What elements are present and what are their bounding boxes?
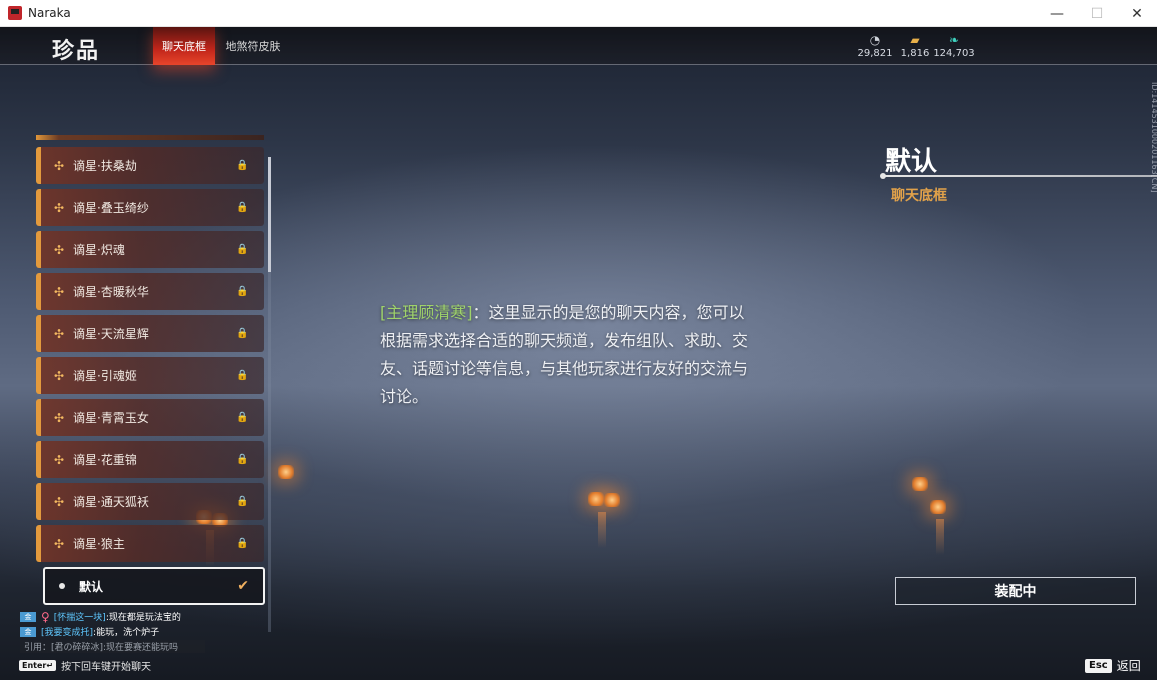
lantern-decoration [930, 500, 946, 514]
star-icon: ✣ [53, 242, 65, 257]
lock-icon: 🔒 [236, 286, 249, 297]
back-button[interactable]: Esc 返回 [1085, 657, 1141, 674]
list-item[interactable]: ✣ 谪星·花重锦 🔒 [36, 441, 264, 478]
star-icon: ✣ [53, 200, 65, 215]
list-item[interactable]: ✣ 谪星·通天狐袄 🔒 [36, 483, 264, 520]
message-text: :能玩，洗个炉子 [93, 628, 160, 638]
checkmark-icon: ✔ [237, 578, 249, 594]
star-icon: ✣ [53, 410, 65, 425]
lock-icon: 🔒 [236, 244, 249, 255]
player-name[interactable]: [怀揣这一块] [54, 610, 106, 623]
item-label: 谪星·通天狐袄 [73, 495, 149, 509]
currency-value: 1,816 [900, 48, 930, 59]
player-name[interactable]: [我要变成托] [41, 625, 93, 638]
item-label: 谪星·杏暖秋华 [73, 285, 149, 299]
page-title: 珍品 [52, 39, 101, 64]
list-top-edge [36, 135, 264, 140]
item-label: 谪星·青霄玉女 [73, 411, 149, 425]
list-item[interactable]: ✣ 谪星·青霄玉女 🔒 [36, 399, 264, 436]
window-title: Naraka [28, 6, 71, 20]
star-icon: ✣ [53, 368, 65, 383]
list-scrollbar[interactable] [268, 157, 271, 632]
lantern-reflection [598, 512, 606, 548]
maximize-button[interactable]: ☐ [1077, 0, 1117, 27]
game-scene: 珍品 聊天底框 地煞符皮肤 ◔ 29,821 ▰ 1,816 ❧ 124,703… [0, 27, 1157, 680]
equipped-button[interactable]: 装配中 [895, 577, 1136, 605]
list-item[interactable]: ✣ 谪星·狼主 🔒 [36, 525, 264, 562]
message-text: :现在都是玩法宝的 [105, 613, 181, 623]
list-item[interactable]: ✣ 谪星·叠玉绮纱 🔒 [36, 189, 264, 226]
item-label: 谪星·花重锦 [73, 453, 137, 467]
player-id-watermark: ID:1414531000201163[CN] [1150, 82, 1157, 192]
lock-icon: 🔒 [236, 538, 249, 549]
channel-badge: 金 [20, 611, 36, 622]
chat-input-hint[interactable]: Enter↵ 按下回车键开始聊天 [19, 658, 151, 673]
list-item-selected-default[interactable]: 默认 ✔ [43, 567, 265, 605]
star-icon: ✣ [53, 494, 65, 509]
list-item[interactable]: ✣ 谪星·杏暖秋华 🔒 [36, 273, 264, 310]
chat-hint-text: 按下回车键开始聊天 [61, 662, 152, 673]
female-icon: ♀ [41, 609, 50, 624]
selected-item-category: 聊天底框 [891, 188, 947, 204]
chat-message[interactable]: 金 [我要变成托] :能玩，洗个炉子 [20, 624, 380, 639]
item-label: 谪星·炽魂 [73, 243, 125, 257]
star-icon: ✣ [53, 326, 65, 341]
window-controls: — ☐ ✕ [1037, 0, 1157, 27]
lock-icon: 🔒 [236, 370, 249, 381]
list-item[interactable]: ✣ 谪星·扶桑劫 🔒 [36, 147, 264, 184]
list-item[interactable]: ✣ 谪星·炽魂 🔒 [36, 231, 264, 268]
lantern-decoration [588, 492, 604, 506]
item-label: 谪星·叠玉绮纱 [73, 201, 149, 215]
lock-icon: 🔒 [236, 454, 249, 465]
naraka-app-icon [8, 6, 22, 20]
tab-chat-frame[interactable]: 聊天底框 [153, 27, 215, 65]
lock-icon: 🔒 [236, 328, 249, 339]
back-label: 返回 [1116, 659, 1141, 673]
item-label: 谪星·狼主 [73, 537, 125, 551]
list-item[interactable]: ✣ 谪星·天流星辉 🔒 [36, 315, 264, 352]
bullet-icon [59, 583, 65, 589]
lock-icon: 🔒 [236, 412, 249, 423]
star-icon: ✣ [53, 158, 65, 173]
currency-jade: ❧ 124,703 [929, 33, 979, 59]
quoted-message: 引用：[君の碎碎冰]:现在要赛还能玩吗 [20, 640, 205, 653]
lantern-decoration [604, 493, 620, 507]
esc-key-icon: Esc [1085, 658, 1112, 673]
currency-value: 29,821 [857, 48, 893, 59]
star-icon: ✣ [53, 536, 65, 551]
chat-preview-text: [主理顾清寒]：这里显示的是您的聊天内容，您可以根据需求选择合适的聊天频道，发布… [380, 299, 760, 411]
lock-icon: 🔒 [236, 496, 249, 507]
item-label: 默认 [79, 579, 104, 594]
top-header: 珍品 聊天底框 地煞符皮肤 ◔ 29,821 ▰ 1,816 ❧ 124,703 [0, 27, 1157, 65]
minimize-button[interactable]: — [1037, 0, 1077, 27]
lantern-decoration [278, 465, 294, 479]
item-label: 谪星·扶桑劫 [73, 159, 137, 173]
scrollbar-thumb[interactable] [268, 157, 271, 272]
selected-item-title: 默认 [885, 147, 938, 177]
chat-overlay: 金 ♀ [怀揣这一块] :现在都是玩法宝的 金 [我要变成托] :能玩，洗个炉子… [20, 609, 380, 654]
enter-key-icon: Enter↵ [19, 660, 57, 671]
star-icon: ✣ [53, 452, 65, 467]
window-titlebar: Naraka — ☐ ✕ [0, 0, 1157, 27]
lock-icon: 🔒 [236, 202, 249, 213]
chat-quote: 引用：[君の碎碎冰]:现在要赛还能玩吗 [20, 639, 380, 654]
list-item[interactable]: ✣ 谪星·引魂姬 🔒 [36, 357, 264, 394]
jade-feather-icon: ❧ [948, 33, 960, 47]
item-label: 谪星·天流星辉 [73, 327, 149, 341]
lantern-reflection [936, 519, 944, 555]
close-button[interactable]: ✕ [1117, 0, 1157, 27]
chat-message[interactable]: 金 ♀ [怀揣这一块] :现在都是玩法宝的 [20, 609, 380, 624]
title-divider [880, 173, 1157, 179]
lantern-decoration [912, 477, 928, 491]
lock-icon: 🔒 [236, 160, 249, 171]
currency-value: 124,703 [933, 48, 975, 59]
preview-speaker: [主理顾清寒] [380, 303, 473, 322]
star-icon: ✣ [53, 284, 65, 299]
tab-talisman-skin[interactable]: 地煞符皮肤 [222, 27, 284, 65]
channel-badge: 金 [20, 626, 36, 637]
item-label: 谪星·引魂姬 [73, 369, 137, 383]
